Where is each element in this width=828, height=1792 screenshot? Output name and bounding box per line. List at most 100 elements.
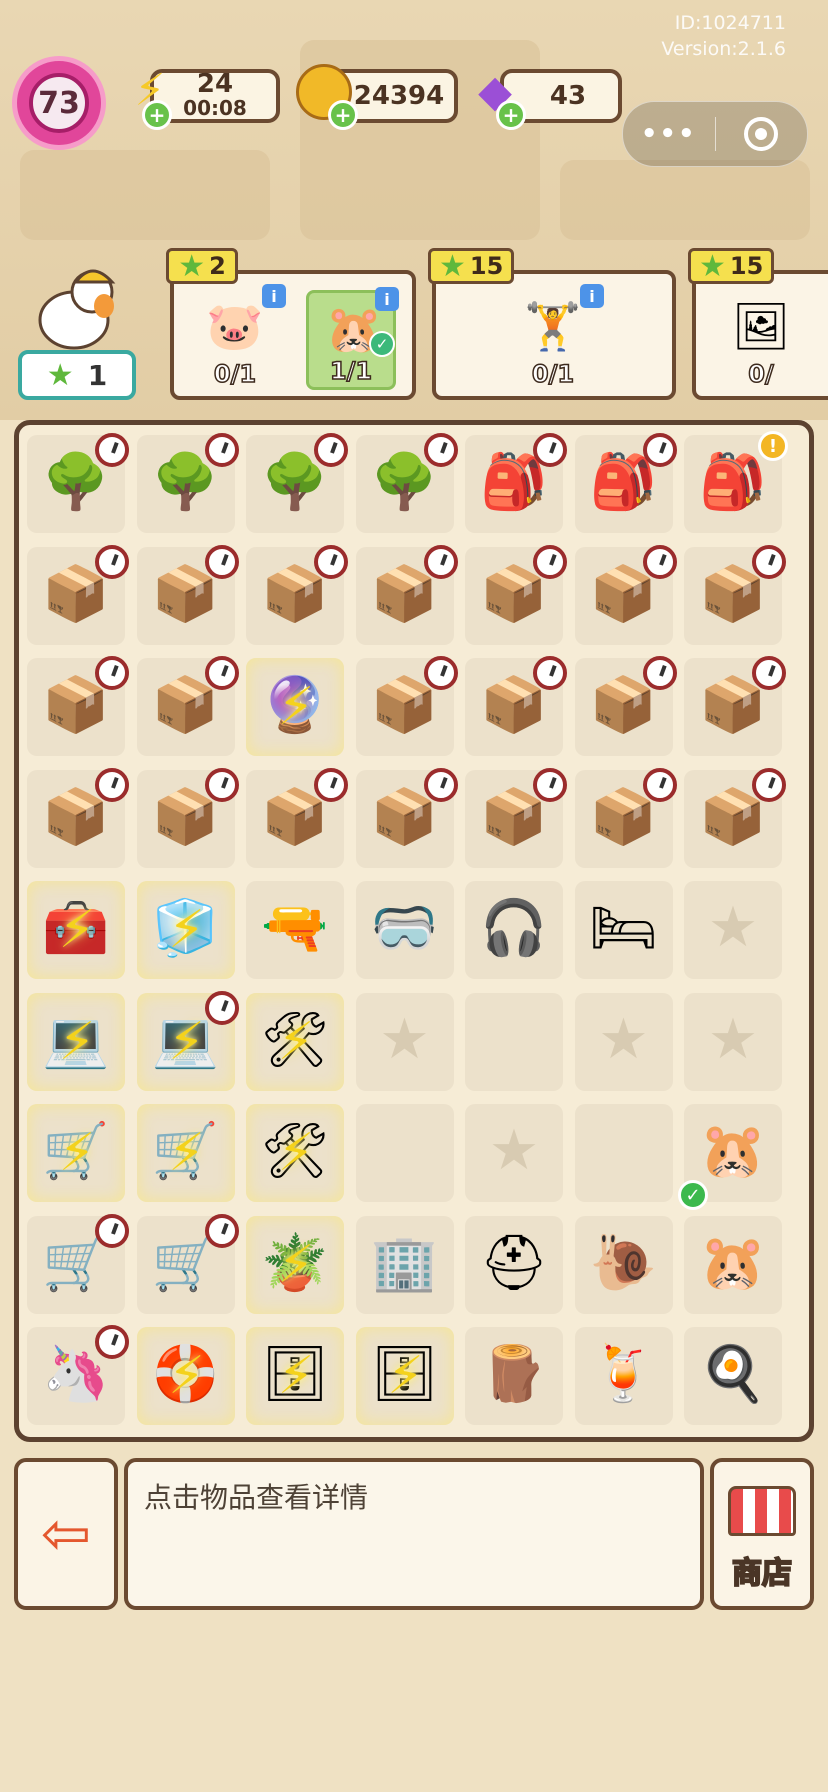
board-cell[interactable]: 📦 xyxy=(246,544,348,645)
exit-button[interactable]: ⇦ xyxy=(14,1458,118,1610)
board-cell[interactable]: ★ xyxy=(684,992,782,1091)
level-number: 73 xyxy=(29,73,89,133)
duck-builder-avatar[interactable] xyxy=(28,258,124,354)
board-cell[interactable]: 📦 xyxy=(684,544,786,645)
board-cell[interactable]: 📦 xyxy=(574,767,677,868)
board-cell[interactable]: 📦 xyxy=(465,544,567,645)
shop-button[interactable]: 商店 xyxy=(710,1458,814,1610)
juice-icon: 🍹 xyxy=(589,1342,658,1405)
close-miniprogram-button[interactable] xyxy=(716,117,808,151)
energy-value: 24 xyxy=(196,69,234,99)
board-cell[interactable]: 📦 xyxy=(246,767,348,868)
board-cell[interactable]: 🗄 ⚡ xyxy=(355,1327,454,1425)
alert-icon: ! xyxy=(758,431,788,461)
board-cell[interactable]: ★ xyxy=(465,1104,563,1202)
board-cell[interactable]: 🛒 ⚡ xyxy=(27,1104,125,1202)
star-icon: ★ xyxy=(439,248,466,284)
more-menu-button[interactable]: ••• xyxy=(623,119,715,149)
stars-counter[interactable]: ★ 1 xyxy=(18,350,136,400)
coin-plus-button[interactable]: + xyxy=(328,100,358,130)
board-cell[interactable]: ★ xyxy=(574,992,673,1091)
board-cell[interactable] xyxy=(355,1104,454,1202)
board-cell[interactable]: 💻 ⚡ xyxy=(136,990,239,1091)
board-cell[interactable]: 🛒 xyxy=(27,1213,129,1314)
order-card[interactable]: ★ 2 🐷 i 0/1 🐹 i ✓ 1/1 xyxy=(166,248,416,400)
order-item[interactable]: 🏋 i 0/1 xyxy=(508,284,604,390)
board-cell[interactable] xyxy=(465,992,563,1091)
board-cell[interactable]: 📦 xyxy=(574,544,677,645)
board-cell[interactable]: 🏢 xyxy=(355,1215,454,1314)
board-cell[interactable]: 🔮 ⚡ xyxy=(246,658,344,756)
board-cell[interactable]: 📦 xyxy=(355,544,458,645)
energy-bolt-icon: ⚡ xyxy=(277,1011,315,1072)
board-cell[interactable]: ⛑ xyxy=(465,1215,563,1314)
energy-bolt-icon: ⚡ xyxy=(168,1346,205,1406)
board-cell[interactable]: 🐹 ✓ xyxy=(678,1104,782,1210)
board-cell[interactable]: 🌳 xyxy=(246,433,348,533)
board-cell[interactable]: 📦 xyxy=(27,656,129,756)
level-badge[interactable]: 73 xyxy=(12,56,106,150)
order-item[interactable]: 🐷 i 0/1 xyxy=(190,284,286,390)
board-cell[interactable]: 🌳 xyxy=(136,433,239,533)
board-cell[interactable]: 🗄 ⚡ xyxy=(246,1327,344,1425)
board-cell[interactable]: 📦 xyxy=(684,767,786,868)
target-icon xyxy=(744,117,779,151)
board-cell[interactable]: 📦 xyxy=(684,656,786,756)
board-cell[interactable]: 📦 xyxy=(465,767,567,868)
board-cell[interactable]: 📦 xyxy=(574,656,677,756)
order-reward: ★ 2 xyxy=(166,248,238,284)
board-cell[interactable]: 🐹 xyxy=(684,1215,782,1314)
timer-clock-icon xyxy=(533,767,567,802)
board-cell[interactable]: 🪵 xyxy=(465,1327,563,1425)
board-cell[interactable]: 🛠 ⚡ xyxy=(246,1104,344,1202)
empty-icon xyxy=(473,999,555,1081)
board-cell[interactable]: 🛒 ⚡ xyxy=(136,1104,235,1202)
board-cell[interactable]: 📦 xyxy=(355,656,458,756)
board-cell[interactable]: 🎒! xyxy=(684,431,788,533)
board-cell[interactable]: 📦 xyxy=(136,656,239,756)
board-cell[interactable]: 🛟 ⚡ xyxy=(136,1327,235,1425)
empty-icon: ★ xyxy=(707,895,759,960)
board-cell[interactable]: 🍹 xyxy=(574,1327,673,1425)
board-cell[interactable]: 💻 ⚡ xyxy=(27,992,125,1091)
board-cell[interactable]: 🪴 ⚡ xyxy=(246,1215,344,1314)
board-cell[interactable]: 🥽 xyxy=(355,881,454,979)
board-cell[interactable]: 📦 xyxy=(27,544,129,645)
gem-plus-button[interactable]: + xyxy=(496,100,526,130)
board-cell[interactable]: 📦 xyxy=(465,656,567,756)
board-cell[interactable]: 🌳 xyxy=(27,433,129,533)
order-item[interactable]: 🖼 0/ xyxy=(716,290,806,390)
board-cell[interactable]: ★ xyxy=(684,881,782,979)
board-cell[interactable]: 🛒 xyxy=(136,1213,239,1314)
order-card[interactable]: ★ 15 🏋 i 0/1 xyxy=(428,248,676,400)
info-icon[interactable]: i xyxy=(580,284,604,308)
board-cell[interactable]: 🎧 xyxy=(465,881,563,979)
board-cell[interactable]: 🎒 xyxy=(574,433,677,533)
info-icon[interactable]: i xyxy=(375,287,399,311)
info-icon[interactable]: i xyxy=(262,284,286,308)
board-cell[interactable]: 🐌 xyxy=(574,1215,673,1314)
energy-plus-button[interactable]: + xyxy=(142,100,172,130)
board-cell[interactable]: 📦 xyxy=(355,767,458,868)
board-cell[interactable]: 📦 xyxy=(136,767,239,868)
timer-clock-icon xyxy=(204,433,239,467)
board-cell[interactable]: ★ xyxy=(355,992,454,1091)
board-cell[interactable]: 🧰 ⚡ xyxy=(27,881,125,979)
firewood-icon: 🪵 xyxy=(480,1342,548,1405)
board-cell[interactable]: 🌳 xyxy=(355,433,458,533)
board-cell[interactable]: 📦 xyxy=(136,544,239,645)
board-cell[interactable]: 🛏 xyxy=(574,881,673,979)
order-item[interactable]: 🐹 i ✓ 1/1 xyxy=(306,287,399,390)
board-cell[interactable]: 📦 xyxy=(27,767,129,868)
board-cell[interactable]: 🔫 xyxy=(246,881,344,979)
board-cell[interactable]: 🛠 ⚡ xyxy=(246,992,344,1091)
board-cell[interactable] xyxy=(574,1104,673,1202)
order-card[interactable]: ★ 15 🖼 0/ xyxy=(688,248,828,400)
shop-label: 商店 xyxy=(731,1555,793,1592)
blue-pillow-icon: 🛏 xyxy=(589,896,658,959)
energy-bolt-icon: ⚡ xyxy=(277,1234,315,1295)
board-cell[interactable]: 🎒 xyxy=(465,433,567,533)
board-cell[interactable]: 🍳 xyxy=(684,1327,782,1425)
board-cell[interactable]: 🧊 ⚡ xyxy=(136,881,235,979)
board-cell[interactable]: 🦄 xyxy=(27,1325,129,1425)
